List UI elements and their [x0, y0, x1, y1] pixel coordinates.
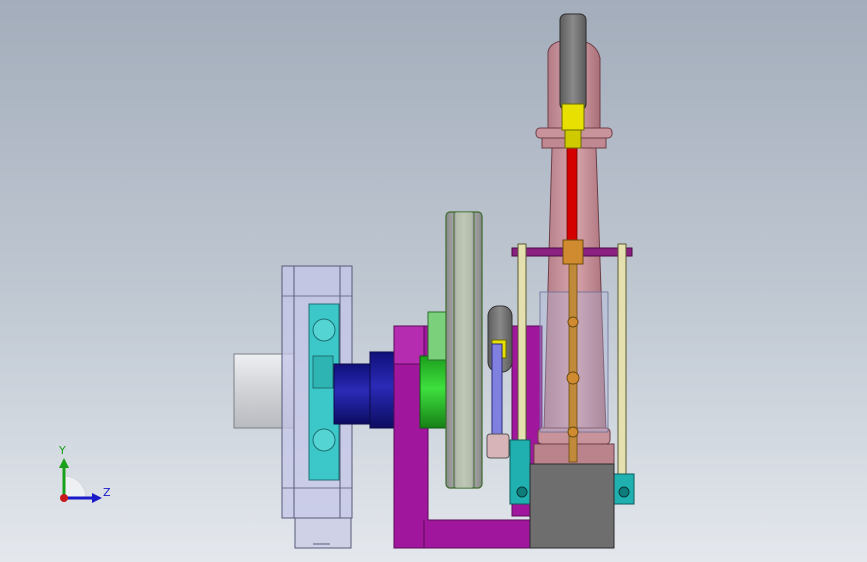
piston-rod[interactable] — [566, 147, 580, 463]
graphics-viewport[interactable] — [0, 0, 867, 562]
top-wheel[interactable] — [559, 13, 587, 111]
yellow-fittings[interactable] — [561, 103, 585, 149]
origin-icon — [60, 494, 68, 502]
y-axis-label: Y — [58, 444, 66, 457]
crosshead-bar[interactable] — [511, 239, 633, 265]
z-axis-label: Z — [103, 486, 111, 499]
base-block[interactable] — [529, 463, 615, 549]
axis-triad: Y Z — [58, 444, 111, 503]
pulley[interactable] — [445, 211, 483, 489]
